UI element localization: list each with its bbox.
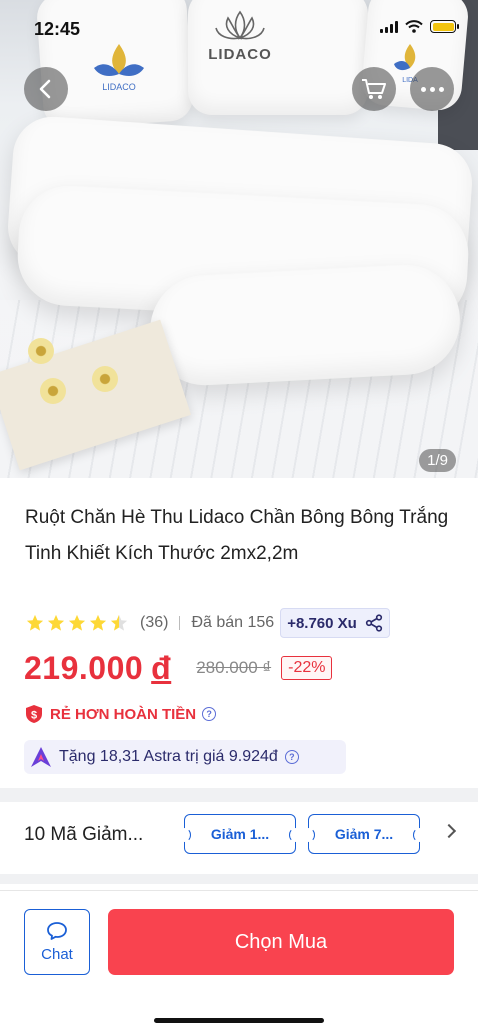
battery-icon (430, 20, 459, 33)
flower (28, 338, 54, 364)
image-counter: 1/9 (419, 449, 456, 472)
info-icon[interactable]: ? (284, 750, 299, 764)
sold-count: Đã bán 156 (191, 614, 275, 631)
blanket-fold (147, 261, 463, 389)
original-price: 280.000 ₫ (196, 658, 272, 677)
section-divider (0, 874, 478, 884)
astra-icon (31, 747, 51, 767)
cart-icon (362, 79, 386, 99)
rating-count[interactable]: (36) (140, 614, 168, 632)
star-icon (89, 614, 107, 631)
status-bar: 12:45 (0, 0, 478, 46)
flower (92, 366, 118, 392)
brand-name: LIDACO (208, 46, 272, 63)
pillow-logo-icon: LIDACO (94, 44, 144, 92)
rating-stars[interactable] (26, 614, 128, 632)
discount-badge: -22% (281, 656, 333, 680)
chat-icon (47, 922, 67, 940)
cheaper-refund-label: RẺ HƠN HOÀN TIỀN (50, 705, 197, 723)
signal-icon (380, 20, 398, 33)
price-row: 219.000 đ 280.000 ₫ -22% (24, 648, 333, 688)
chat-button[interactable]: Chat (24, 909, 90, 975)
info-icon[interactable]: ? (202, 707, 217, 721)
astra-text: Tặng 18,31 Astra trị giá 9.924đ (59, 748, 278, 765)
rating-row: (36) Đã bán 156 +8.760 Xu (26, 606, 456, 640)
svg-text:$: $ (31, 710, 37, 722)
wifi-icon (405, 20, 423, 33)
xu-share-badge[interactable]: +8.760 Xu (280, 608, 390, 638)
voucher-chip[interactable]: Giảm 7... (303, 814, 425, 854)
voucher-row[interactable]: 10 Mã Giảm... Giảm 1... Giảm 7... (0, 810, 478, 862)
home-indicator (154, 1018, 324, 1023)
star-icon (68, 614, 86, 631)
shield-dollar-icon: $ (26, 705, 42, 723)
cheaper-refund-badge[interactable]: $ RẺ HƠN HOÀN TIỀN ? (24, 704, 217, 724)
xu-amount: +8.760 Xu (287, 614, 357, 632)
star-icon (110, 614, 128, 631)
share-icon (365, 614, 382, 632)
chat-label: Chat (41, 946, 73, 963)
bottom-action-bar: Chat Chọn Mua (0, 890, 478, 1035)
star-icon (47, 614, 65, 631)
buy-button[interactable]: Chọn Mua (108, 909, 454, 975)
voucher-chip[interactable]: Giảm 1... (179, 814, 301, 854)
voucher-title: 10 Mã Giảm... (24, 824, 144, 845)
product-image[interactable]: LIDACO LIDA LIDACO (0, 0, 478, 478)
product-title: Ruột Chăn Hè Thu Lidaco Chần Bông Bông T… (25, 507, 449, 564)
more-button[interactable] (410, 67, 454, 111)
flower (40, 378, 66, 404)
status-time: 12:45 (34, 19, 81, 39)
svg-text:LIDACO: LIDACO (102, 82, 136, 92)
star-icon (26, 614, 44, 631)
divider (179, 616, 181, 630)
cart-button[interactable] (352, 67, 396, 111)
back-button[interactable] (24, 67, 68, 111)
current-price: 219.000 đ (24, 649, 172, 686)
section-divider (0, 788, 478, 802)
more-icon (420, 86, 444, 92)
astra-reward[interactable]: Tặng 18,31 Astra trị giá 9.924đ ? (24, 740, 346, 774)
back-icon (39, 79, 51, 99)
